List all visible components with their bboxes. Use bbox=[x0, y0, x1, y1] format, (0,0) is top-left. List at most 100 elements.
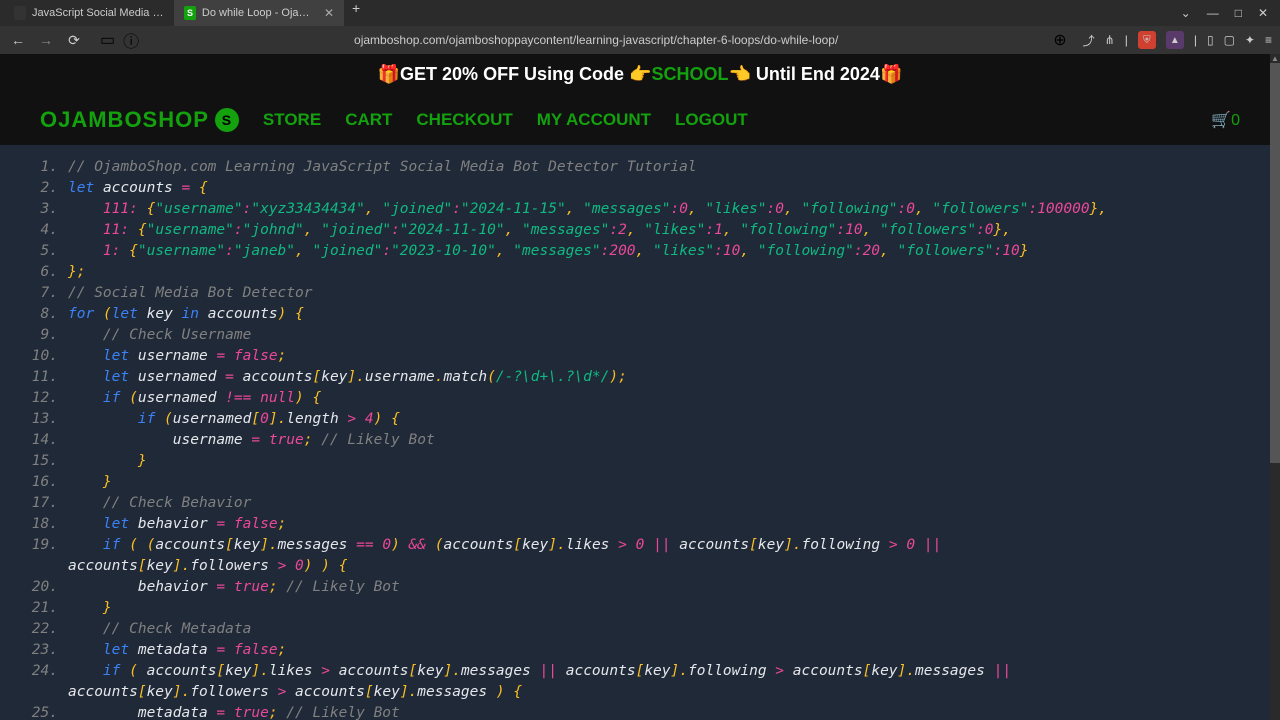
tab-active[interactable]: S Do while Loop - OjamboSh ✕ bbox=[174, 0, 344, 26]
titlebar: JavaScript Social Media Bot De S Do whil… bbox=[0, 0, 1280, 26]
line-content: // Social Media Bot Detector bbox=[68, 283, 312, 304]
code-line: accounts[key].followers > accounts[key].… bbox=[30, 682, 1250, 703]
divider: | bbox=[1125, 33, 1128, 47]
menu-cart[interactable]: CART bbox=[345, 110, 392, 130]
line-content: let usernamed = accounts[key].username.m… bbox=[68, 367, 627, 388]
forward-button[interactable]: → bbox=[36, 32, 56, 48]
line-number: 4. bbox=[30, 220, 68, 241]
code-line: 4. 11: {"username":"johnd", "joined":"20… bbox=[30, 220, 1250, 241]
menu-logout[interactable]: LOGOUT bbox=[675, 110, 748, 130]
menu-icon[interactable]: ≡ bbox=[1265, 33, 1272, 47]
promo-banner: 🎁GET 20% OFF Using Code 👉SCHOOL👈 Until E… bbox=[0, 54, 1280, 95]
line-content: }; bbox=[68, 262, 85, 283]
code-line: 7.// Social Media Bot Detector bbox=[30, 283, 1250, 304]
new-tab-button[interactable]: + bbox=[344, 0, 368, 26]
extension-ublock-icon[interactable]: ⛨ bbox=[1138, 31, 1156, 49]
banner-code: SCHOOL bbox=[651, 64, 728, 84]
code-line: 5. 1: {"username":"janeb", "joined":"202… bbox=[30, 241, 1250, 262]
line-number: 5. bbox=[30, 241, 68, 262]
url-text: ojamboshop.com/ojamboshoppaycontent/lear… bbox=[147, 33, 1045, 47]
reader-mode-icon[interactable]: ▭ bbox=[100, 30, 115, 50]
toolbar: ← → ⟳ ▭ ⓘ ojamboshop.com/ojamboshoppayco… bbox=[0, 26, 1280, 54]
tab-inactive[interactable]: JavaScript Social Media Bot De bbox=[4, 0, 174, 26]
line-number: 2. bbox=[30, 178, 68, 199]
line-number: 19. bbox=[30, 535, 68, 556]
close-window-button[interactable]: ✕ bbox=[1258, 6, 1268, 20]
line-number: 21. bbox=[30, 598, 68, 619]
tab-title: Do while Loop - OjamboSh bbox=[202, 7, 314, 19]
divider: | bbox=[1194, 33, 1197, 47]
line-content: username = true; // Likely Bot bbox=[68, 430, 435, 451]
scrollbar[interactable]: ▲ bbox=[1270, 54, 1280, 720]
scroll-up-icon[interactable]: ▲ bbox=[1270, 54, 1280, 63]
code-line: 8.for (let key in accounts) { bbox=[30, 304, 1250, 325]
line-content: } bbox=[68, 451, 147, 472]
code-line: 13. if (usernamed[0].length > 4) { bbox=[30, 409, 1250, 430]
code-line: 22. // Check Metadata bbox=[30, 619, 1250, 640]
share-icon[interactable]: ⤴ bbox=[1083, 32, 1095, 49]
line-number: 9. bbox=[30, 325, 68, 346]
line-number: 18. bbox=[30, 514, 68, 535]
line-number bbox=[30, 556, 68, 577]
back-button[interactable]: ← bbox=[8, 32, 28, 48]
code-block: 1.// OjamboShop.com Learning JavaScript … bbox=[0, 145, 1280, 720]
brand-text: OJAMBOSHOP bbox=[40, 107, 209, 133]
line-number: 1. bbox=[30, 157, 68, 178]
banner-pre: 🎁GET 20% OFF Using Code 👉 bbox=[378, 64, 652, 84]
menu-account[interactable]: MY ACCOUNT bbox=[537, 110, 651, 130]
line-content: let metadata = false; bbox=[68, 640, 286, 661]
code-line: 20. behavior = true; // Likely Bot bbox=[30, 577, 1250, 598]
site-info-icon[interactable]: ⓘ bbox=[123, 28, 139, 52]
chevron-down-icon[interactable]: ⌄ bbox=[1181, 6, 1191, 20]
code-line: 18. let behavior = false; bbox=[30, 514, 1250, 535]
line-content: for (let key in accounts) { bbox=[68, 304, 304, 325]
sidebar-icon[interactable]: ▯ bbox=[1207, 33, 1214, 47]
close-tab-icon[interactable]: ✕ bbox=[324, 6, 334, 20]
extension-icon[interactable]: ▲ bbox=[1166, 31, 1184, 49]
menu-store[interactable]: STORE bbox=[263, 110, 321, 130]
brand-logo[interactable]: OJAMBOSHOP S bbox=[40, 107, 239, 133]
maximize-button[interactable]: □ bbox=[1235, 6, 1242, 20]
code-line: 12. if (usernamed !== null) { bbox=[30, 388, 1250, 409]
line-number: 23. bbox=[30, 640, 68, 661]
line-number: 22. bbox=[30, 619, 68, 640]
sparkle-icon[interactable]: ✦ bbox=[1245, 33, 1255, 47]
code-line: 9. // Check Username bbox=[30, 325, 1250, 346]
code-line: 14. username = true; // Likely Bot bbox=[30, 430, 1250, 451]
cart-icon[interactable]: 🛒0 bbox=[1211, 110, 1240, 130]
line-number bbox=[30, 682, 68, 703]
zoom-icon[interactable]: ⊕ bbox=[1053, 30, 1066, 50]
line-number: 16. bbox=[30, 472, 68, 493]
page-content: 🎁GET 20% OFF Using Code 👉SCHOOL👈 Until E… bbox=[0, 54, 1280, 720]
line-content: // OjamboShop.com Learning JavaScript So… bbox=[68, 157, 697, 178]
line-number: 25. bbox=[30, 703, 68, 720]
line-content: // Check Username bbox=[68, 325, 251, 346]
code-line: accounts[key].followers > 0) ) { bbox=[30, 556, 1250, 577]
menu-checkout[interactable]: CHECKOUT bbox=[416, 110, 512, 130]
line-content: behavior = true; // Likely Bot bbox=[68, 577, 400, 598]
minimize-button[interactable]: — bbox=[1207, 6, 1219, 20]
window-controls: ⌄ — □ ✕ bbox=[1181, 6, 1276, 20]
code-line: 11. let usernamed = accounts[key].userna… bbox=[30, 367, 1250, 388]
code-line: 1.// OjamboShop.com Learning JavaScript … bbox=[30, 157, 1250, 178]
code-line: 2.let accounts = { bbox=[30, 178, 1250, 199]
line-number: 3. bbox=[30, 199, 68, 220]
favicon-icon: S bbox=[184, 6, 196, 20]
favicon-icon bbox=[14, 6, 26, 20]
rss-icon[interactable]: ⋔ bbox=[1105, 33, 1115, 47]
line-content: // Check Behavior bbox=[68, 493, 251, 514]
line-number: 6. bbox=[30, 262, 68, 283]
line-number: 24. bbox=[30, 661, 68, 682]
line-number: 12. bbox=[30, 388, 68, 409]
reload-button[interactable]: ⟳ bbox=[64, 32, 84, 49]
line-content: // Check Metadata bbox=[68, 619, 251, 640]
line-content: 111: {"username":"xyz33434434", "joined"… bbox=[68, 199, 1107, 220]
panel-icon[interactable]: ▢ bbox=[1224, 33, 1235, 47]
url-bar[interactable]: ▭ ⓘ ojamboshop.com/ojamboshoppaycontent/… bbox=[92, 28, 1075, 52]
line-content: } bbox=[68, 472, 112, 493]
line-number: 7. bbox=[30, 283, 68, 304]
code-line: 21. } bbox=[30, 598, 1250, 619]
line-content: accounts[key].followers > 0) ) { bbox=[68, 556, 347, 577]
line-number: 14. bbox=[30, 430, 68, 451]
scroll-thumb[interactable] bbox=[1270, 63, 1280, 463]
